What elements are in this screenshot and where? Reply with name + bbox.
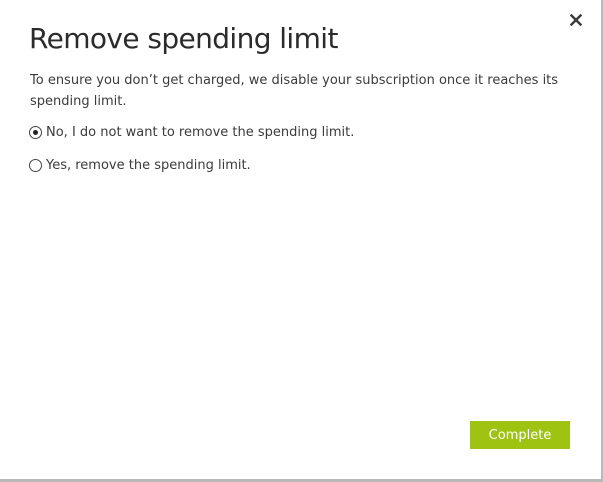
option-remove-limit-label: Yes, remove the spending limit. [46,158,251,173]
remove-spending-limit-dialog: Remove spending limit To ensure you don’… [0,0,603,482]
close-button[interactable] [565,9,587,31]
radio-button-selected[interactable] [29,126,42,139]
option-keep-limit-label: No, I do not want to remove the spending… [46,125,355,140]
close-icon [570,14,582,26]
dialog-description: To ensure you don’t get charged, we disa… [30,73,559,109]
complete-button[interactable]: Complete [470,421,570,449]
option-remove-limit[interactable]: Yes, remove the spending limit. [29,158,251,173]
radio-button-unselected[interactable] [29,159,42,172]
dialog-title: Remove spending limit [29,22,338,55]
option-keep-limit[interactable]: No, I do not want to remove the spending… [29,125,354,140]
